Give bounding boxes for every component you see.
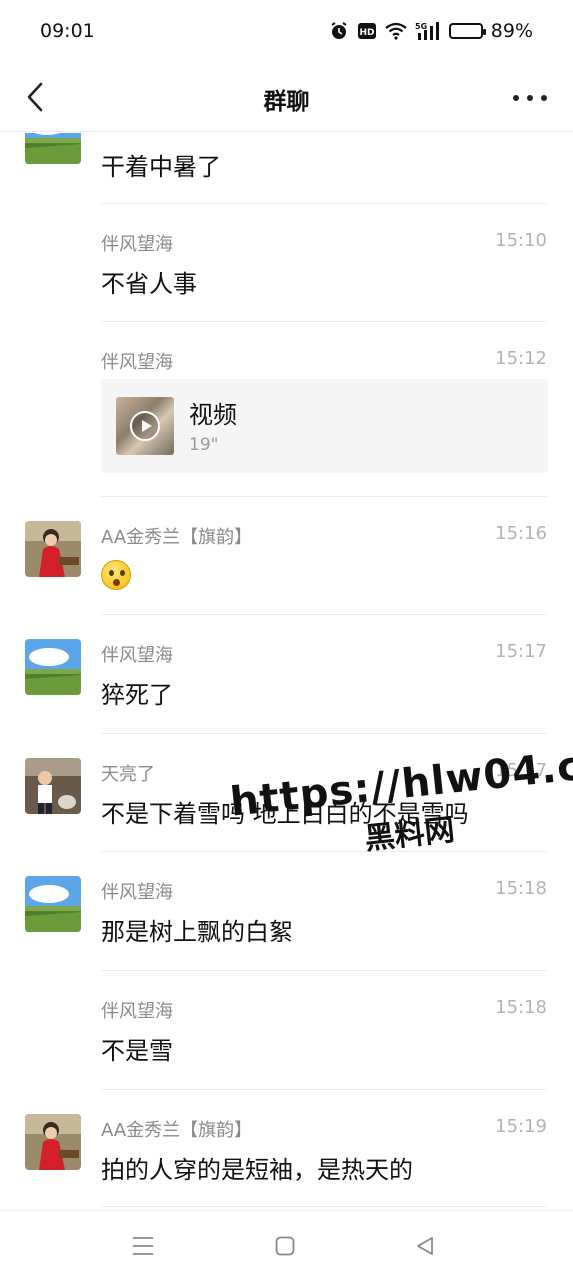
- divider: [101, 321, 547, 322]
- video-thumbnail: [116, 397, 174, 455]
- message-text: 不是下着雪吗 地上白白的不是雪吗: [101, 800, 469, 828]
- back-nav-button[interactable]: [410, 1231, 440, 1261]
- sender-name: 伴风望海: [101, 352, 173, 373]
- divider: [101, 496, 547, 497]
- avatar[interactable]: [25, 758, 81, 814]
- message-text: 不省人事: [101, 270, 197, 298]
- video-label: 视频: [189, 401, 237, 429]
- wifi-icon: [385, 22, 407, 40]
- avatar[interactable]: [25, 1114, 81, 1170]
- home-button[interactable]: [270, 1231, 300, 1261]
- sender-name: 伴风望海: [101, 645, 173, 666]
- home-square-icon: [275, 1236, 295, 1256]
- divider: [101, 733, 547, 734]
- sender-name: 伴风望海: [101, 882, 173, 903]
- video-card[interactable]: 视频 19": [101, 379, 548, 473]
- svg-text:5G: 5G: [415, 22, 427, 31]
- divider: [101, 203, 547, 204]
- avatar[interactable]: [25, 133, 81, 164]
- avatar[interactable]: [25, 876, 81, 932]
- message-text: 干着中暑了: [101, 153, 221, 181]
- message-time: 15:18: [495, 878, 547, 899]
- divider: [101, 1206, 547, 1207]
- chat-list[interactable]: 干着中暑了 伴风望海 15:10 不省人事 伴风望海 15:12 视频 19" …: [0, 133, 573, 1210]
- play-icon: [130, 411, 160, 441]
- status-bar: 09:01 HD 5G 89%: [0, 0, 573, 66]
- message-text: 那是树上飘的白絮: [101, 918, 293, 946]
- message-text: 不是雪: [101, 1037, 173, 1065]
- divider: [101, 1089, 547, 1090]
- avatar[interactable]: [25, 521, 81, 577]
- divider: [101, 970, 547, 971]
- sender-name: 伴风望海: [101, 1001, 173, 1022]
- message-time: 15:12: [495, 348, 547, 369]
- divider: [101, 614, 547, 615]
- sender-name: AA金秀兰【旗韵】: [101, 527, 253, 548]
- battery-percent: 89%: [490, 20, 533, 42]
- avatar[interactable]: [25, 639, 81, 695]
- battery-icon: [448, 23, 486, 39]
- alarm-icon: [329, 21, 349, 41]
- system-nav-bar: [0, 1210, 573, 1280]
- message-text: 拍的人穿的是短袖，是热天的: [101, 1156, 413, 1184]
- 5g-signal-icon: 5G: [415, 21, 441, 41]
- sender-name: AA金秀兰【旗韵】: [101, 1120, 253, 1141]
- message-time: 15:19: [495, 1116, 547, 1137]
- message-time: 15:18: [495, 997, 547, 1018]
- divider: [101, 851, 547, 852]
- message-time: 15:16: [495, 523, 547, 544]
- sender-name: 伴风望海: [101, 234, 173, 255]
- menu-icon: [133, 1237, 153, 1255]
- surprised-face-emoji: [101, 560, 131, 590]
- more-dots-icon: [513, 95, 519, 101]
- page-title: 群聊: [263, 89, 310, 115]
- svg-text:HD: HD: [359, 28, 374, 38]
- sender-name: 天亮了: [101, 764, 155, 785]
- menu-button[interactable]: [128, 1231, 158, 1261]
- back-triangle-icon: [417, 1237, 433, 1255]
- message-time: 15:10: [495, 230, 547, 251]
- message-time: 15:17: [495, 641, 547, 662]
- status-time: 09:01: [40, 20, 95, 42]
- more-button[interactable]: [513, 86, 547, 110]
- message-text: 猝死了: [101, 681, 173, 709]
- status-icons: HD 5G 89%: [329, 20, 533, 42]
- video-duration: 19": [189, 435, 219, 455]
- message-time: 15:17: [495, 760, 547, 781]
- hd-icon: HD: [357, 22, 377, 40]
- nav-bar: 群聊: [0, 66, 573, 132]
